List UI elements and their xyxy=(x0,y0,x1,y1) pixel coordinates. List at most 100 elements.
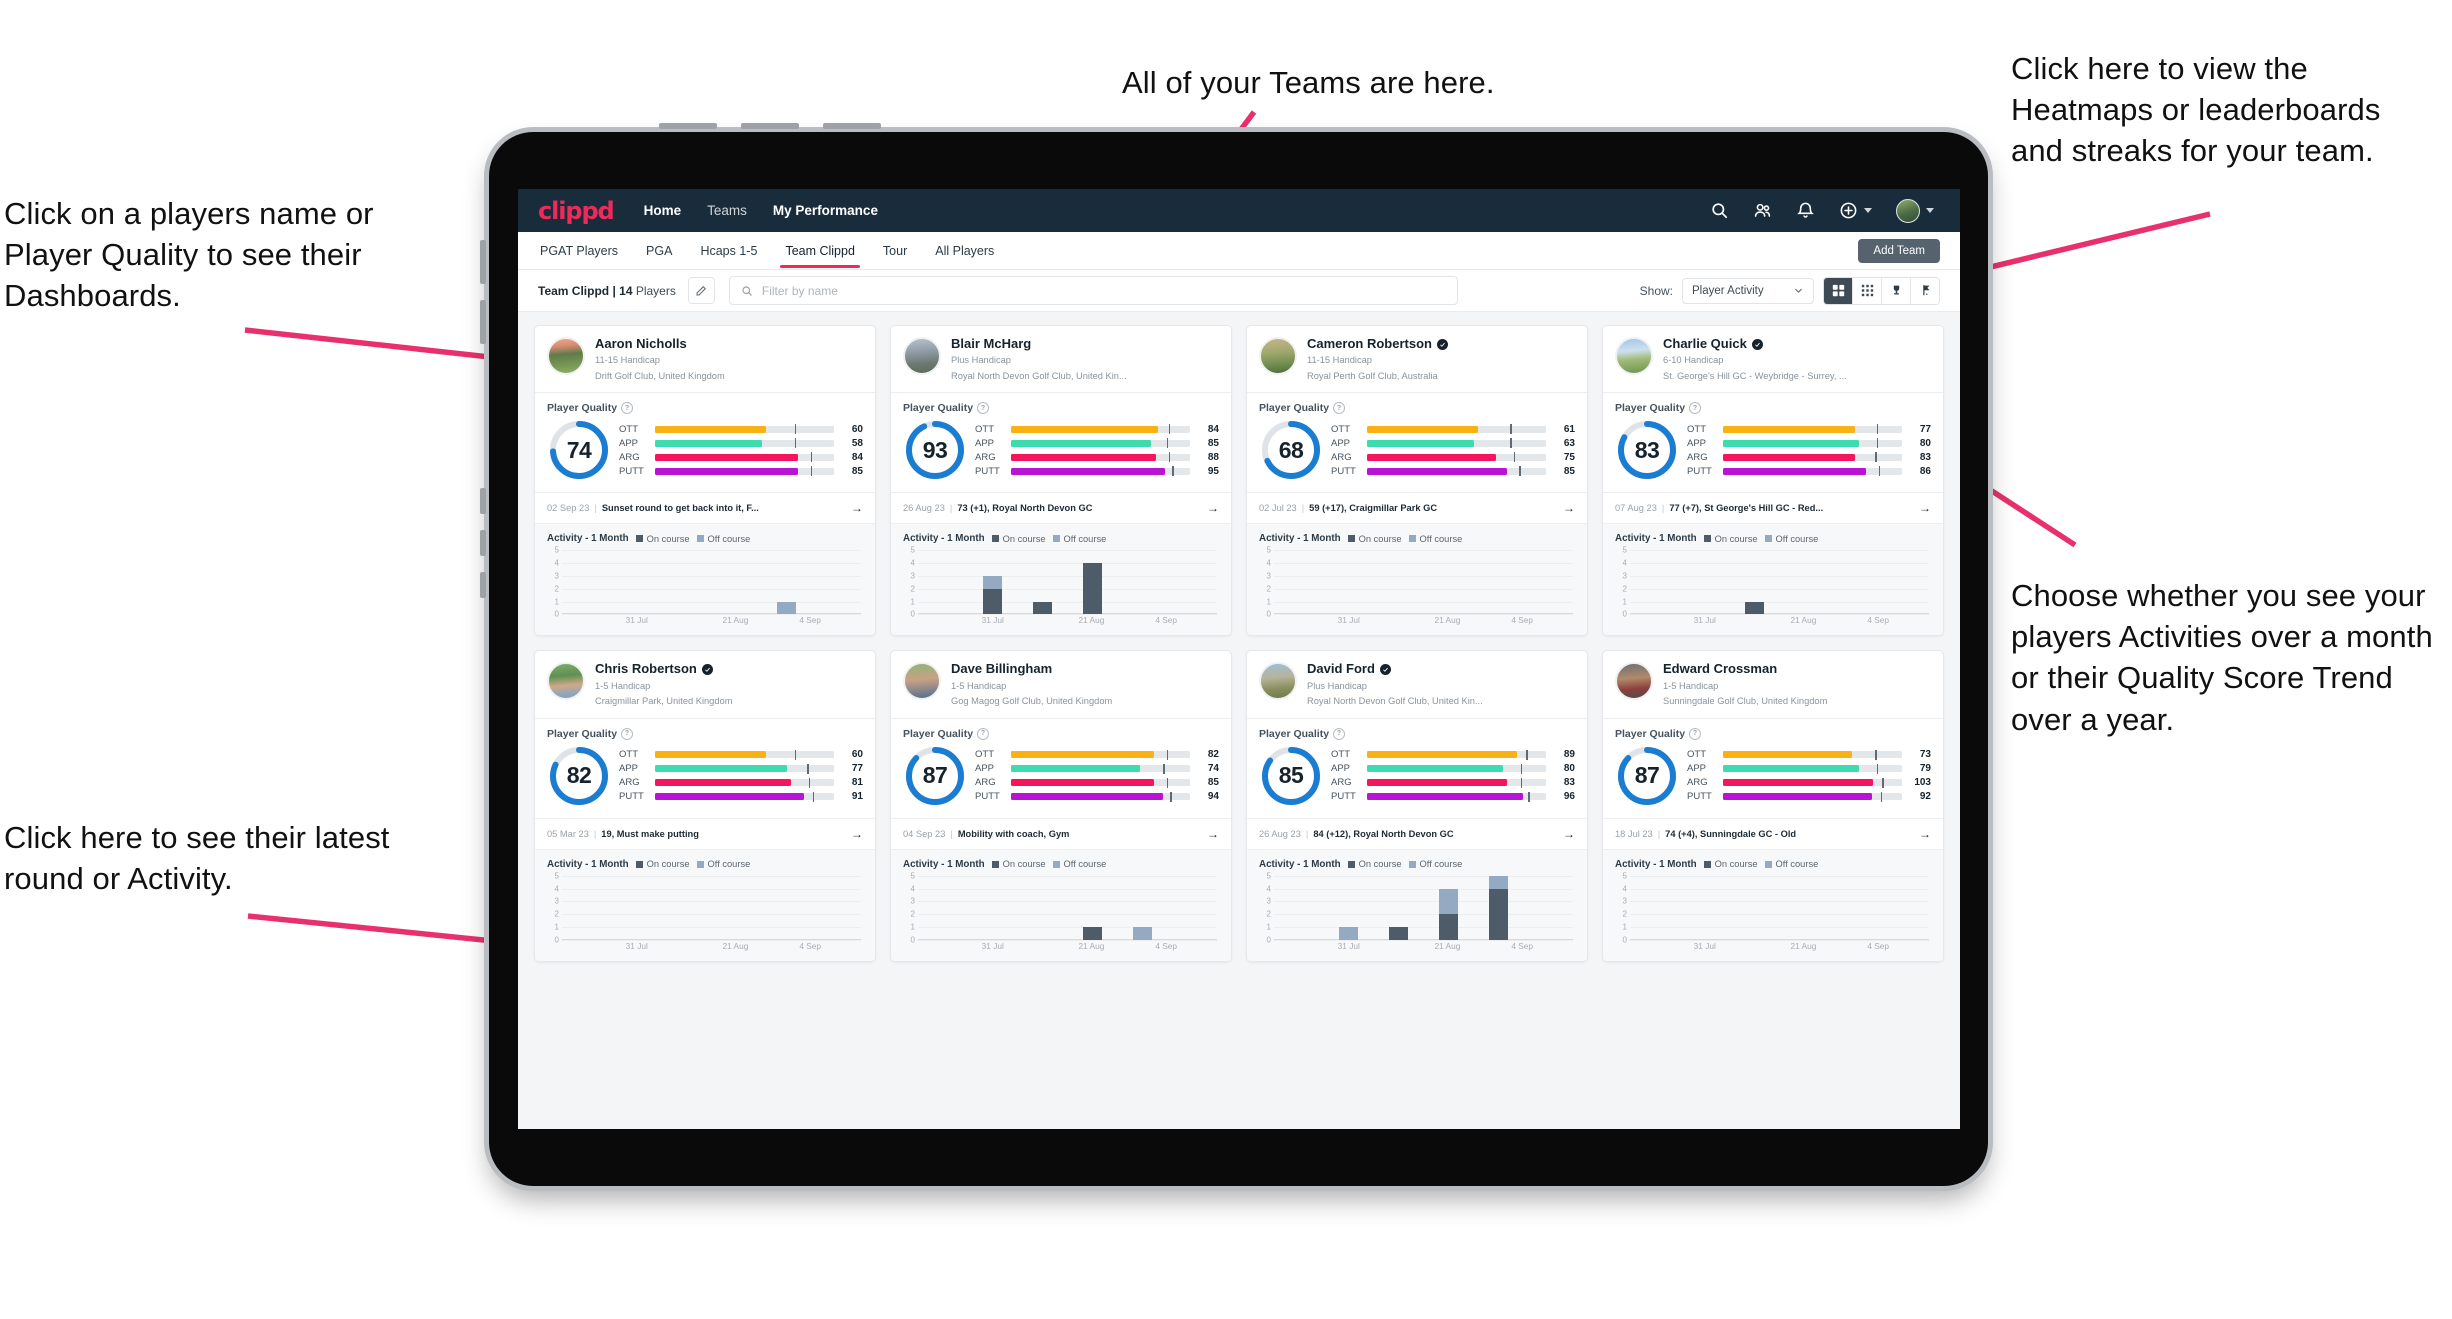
player-name[interactable]: Aaron Nicholls xyxy=(595,336,725,351)
tab-tour[interactable]: Tour xyxy=(881,235,909,267)
player-avatar xyxy=(1259,662,1297,701)
player-card-header[interactable]: David Ford Plus Handicap Royal North Dev… xyxy=(1247,651,1587,717)
latest-round-row[interactable]: 04 Sep 23 | Mobility with coach, Gym → xyxy=(891,819,1231,849)
arrow-right-icon[interactable]: → xyxy=(1919,827,1931,841)
search-icon[interactable] xyxy=(1710,201,1729,220)
heatmap-view-button[interactable] xyxy=(1911,277,1939,304)
player-card-header[interactable]: Dave Billingham 1-5 Handicap Gog Magog G… xyxy=(891,651,1231,717)
player-card[interactable]: Charlie Quick 6-10 Handicap St. George's… xyxy=(1602,325,1944,637)
player-name[interactable]: Blair McHarg xyxy=(951,336,1127,351)
clippd-logo[interactable]: clippd xyxy=(538,197,615,225)
show-select[interactable]: Player Activity xyxy=(1682,277,1814,304)
tab-pgat-players[interactable]: PGAT Players xyxy=(538,235,620,267)
people-icon[interactable] xyxy=(1753,201,1772,220)
help-icon[interactable]: ? xyxy=(1333,727,1346,740)
player-name[interactable]: Cameron Robertson xyxy=(1307,336,1448,351)
player-name[interactable]: Charlie Quick xyxy=(1663,336,1847,351)
arrow-right-icon[interactable]: → xyxy=(851,827,863,841)
player-name[interactable]: Chris Robertson xyxy=(595,662,732,676)
add-team-button[interactable]: Add Team xyxy=(1858,238,1940,263)
latest-round-row[interactable]: 02 Sep 23 | Sunset round to get back int… xyxy=(535,493,875,523)
arrow-right-icon[interactable]: → xyxy=(1563,501,1575,515)
help-icon[interactable]: ? xyxy=(1333,402,1346,415)
tab-team-clippd[interactable]: Team Clippd xyxy=(780,235,861,268)
arrow-right-icon[interactable]: → xyxy=(1919,501,1931,515)
metric-value: 85 xyxy=(1563,465,1575,477)
bell-icon[interactable] xyxy=(1796,201,1815,220)
help-icon[interactable]: ? xyxy=(977,727,990,740)
player-card-header[interactable]: Blair McHarg Plus Handicap Royal North D… xyxy=(891,326,1231,392)
player-quality-section[interactable]: Player Quality ? 74 OTT 60 APP 58 ARG 84… xyxy=(535,393,875,492)
latest-round-row[interactable]: 05 Mar 23 | 19, Must make putting → xyxy=(535,819,875,849)
player-card-header[interactable]: Chris Robertson 1-5 Handicap Craigmillar… xyxy=(535,651,875,717)
help-icon[interactable]: ? xyxy=(621,402,634,415)
latest-round-row[interactable]: 18 Jul 23 | 74 (+4), Sunningdale GC - Ol… xyxy=(1603,819,1943,849)
player-card-header[interactable]: Charlie Quick 6-10 Handicap St. George's… xyxy=(1603,326,1943,392)
y-axis-tick: 1 xyxy=(1622,922,1627,932)
activity-slot xyxy=(1117,550,1167,614)
y-axis-tick: 4 xyxy=(1622,884,1627,894)
nav-link-home[interactable]: Home xyxy=(644,203,682,218)
player-quality-section[interactable]: Player Quality ? 87 OTT 82 APP 74 ARG 85… xyxy=(891,719,1231,818)
player-card-header[interactable]: Aaron Nicholls 11-15 Handicap Drift Golf… xyxy=(535,326,875,392)
player-name[interactable]: Dave Billingham xyxy=(951,662,1112,677)
player-quality-section[interactable]: Player Quality ? 93 OTT 84 APP 85 ARG 88… xyxy=(891,393,1231,492)
player-quality-section[interactable]: Player Quality ? 83 OTT 77 APP 80 ARG 83… xyxy=(1603,393,1943,492)
arrow-right-icon[interactable]: → xyxy=(1563,827,1575,841)
help-icon[interactable]: ? xyxy=(1689,727,1702,740)
grid-large-view-button[interactable] xyxy=(1824,277,1853,304)
search-input[interactable]: Filter by name xyxy=(728,276,1458,305)
player-card-header[interactable]: Cameron Robertson 11-15 Handicap Royal P… xyxy=(1247,326,1587,392)
show-select-value: Player Activity xyxy=(1692,284,1764,297)
latest-round-row[interactable]: 07 Aug 23 | 77 (+7), St George's Hill GC… xyxy=(1603,493,1943,523)
player-card[interactable]: Edward Crossman 1-5 Handicap Sunningdale… xyxy=(1602,650,1944,962)
metric-bar-track xyxy=(655,452,834,463)
player-card[interactable]: Blair McHarg Plus Handicap Royal North D… xyxy=(890,325,1232,637)
arrow-right-icon[interactable]: → xyxy=(1207,501,1219,515)
metric-row: APP 80 xyxy=(1687,436,1931,450)
help-icon[interactable]: ? xyxy=(977,402,990,415)
tab-hcaps-1-5[interactable]: Hcaps 1-5 xyxy=(698,235,759,267)
metric-row: OTT 60 xyxy=(619,422,863,436)
nav-link-teams[interactable]: Teams xyxy=(707,203,747,218)
activity-slot xyxy=(761,876,811,940)
tab-all-players[interactable]: All Players xyxy=(933,235,996,267)
activity-chart: 5 4 3 2 1 0 31 Jul 21 Aug 4 Sep xyxy=(547,546,863,627)
player-quality-section[interactable]: Player Quality ? 85 OTT 89 APP 80 ARG 83… xyxy=(1247,719,1587,818)
edit-team-button[interactable] xyxy=(687,277,715,304)
player-card[interactable]: Cameron Robertson 11-15 Handicap Royal P… xyxy=(1246,325,1588,637)
metric-row: APP 58 xyxy=(619,436,863,450)
activity-title: Activity - 1 Month xyxy=(903,858,985,870)
player-quality-section[interactable]: Player Quality ? 82 OTT 60 APP 77 ARG 81… xyxy=(535,719,875,818)
help-icon[interactable]: ? xyxy=(621,727,634,740)
leaderboard-view-button[interactable] xyxy=(1882,277,1911,304)
avatar-caret-icon[interactable] xyxy=(1926,208,1934,213)
arrow-right-icon[interactable]: → xyxy=(1207,827,1219,841)
player-name[interactable]: David Ford xyxy=(1307,662,1483,676)
player-card[interactable]: Aaron Nicholls 11-15 Handicap Drift Golf… xyxy=(534,325,876,637)
latest-round-row[interactable]: 02 Jul 23 | 59 (+17), Craigmillar Park G… xyxy=(1247,493,1587,523)
grid-small-view-button[interactable] xyxy=(1853,277,1882,304)
nav-link-my-performance[interactable]: My Performance xyxy=(773,203,878,218)
avatar[interactable] xyxy=(1896,198,1920,223)
x-axis-tick: 4 Sep xyxy=(1155,615,1177,626)
activity-slot xyxy=(1423,876,1473,940)
plus-circle-icon[interactable] xyxy=(1839,201,1858,220)
metric-bar-track xyxy=(1011,466,1190,477)
player-card-header[interactable]: Edward Crossman 1-5 Handicap Sunningdale… xyxy=(1603,651,1943,717)
player-quality-section[interactable]: Player Quality ? 87 OTT 73 APP 79 ARG 10… xyxy=(1603,719,1943,818)
bars-container xyxy=(1274,875,1573,940)
latest-round-row[interactable]: 26 Aug 23 | 84 (+12), Royal North Devon … xyxy=(1247,819,1587,849)
player-card[interactable]: Chris Robertson 1-5 Handicap Craigmillar… xyxy=(534,650,876,962)
arrow-right-icon[interactable]: → xyxy=(851,501,863,515)
plus-caret-icon[interactable] xyxy=(1864,208,1872,213)
metric-bar-track xyxy=(1723,791,1902,802)
player-name[interactable]: Edward Crossman xyxy=(1663,662,1827,677)
player-card[interactable]: Dave Billingham 1-5 Handicap Gog Magog G… xyxy=(890,650,1232,962)
latest-round-row[interactable]: 26 Aug 23 | 73 (+1), Royal North Devon G… xyxy=(891,493,1231,523)
help-icon[interactable]: ? xyxy=(1689,402,1702,415)
metric-label: ARG xyxy=(975,451,996,463)
player-quality-section[interactable]: Player Quality ? 68 OTT 61 APP 63 ARG 75… xyxy=(1247,393,1587,492)
player-card[interactable]: David Ford Plus Handicap Royal North Dev… xyxy=(1246,650,1588,962)
tab-pga[interactable]: PGA xyxy=(644,235,674,267)
